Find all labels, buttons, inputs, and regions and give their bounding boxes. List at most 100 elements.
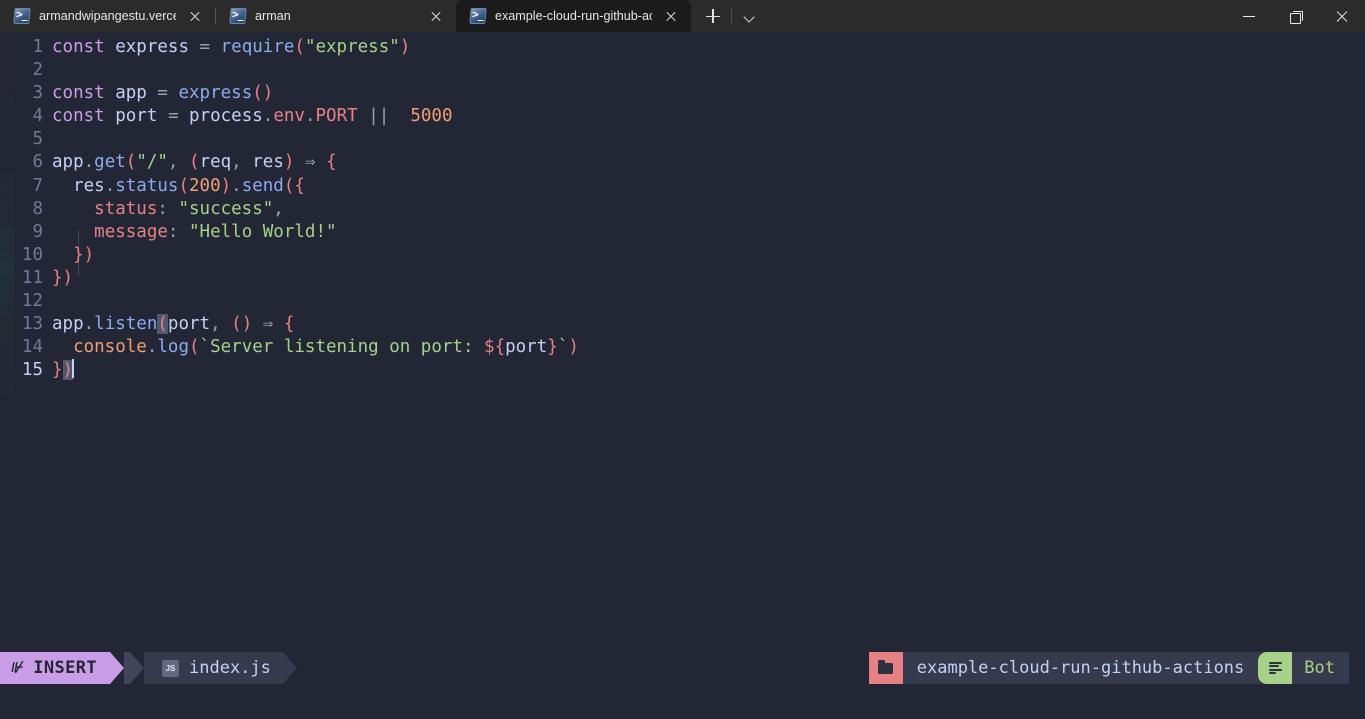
code-token: .: [263, 106, 274, 126]
code-line: 5: [0, 128, 579, 151]
powershell-icon: [229, 8, 246, 24]
tab-example-cloud-run-github-actions[interactable]: example-cloud-run-github-ac: [456, 0, 691, 32]
code-line-content: console.log(`Server listening on port: $…: [52, 336, 579, 359]
code-token: listen: [94, 314, 157, 334]
line-number: 6: [0, 151, 52, 174]
code-line: 3const app = express(): [0, 82, 579, 105]
code-line-content: app.listen(port, () ⇒ {: [52, 313, 294, 336]
code-token: ||: [368, 106, 389, 126]
code-token: ,: [231, 152, 242, 172]
code-token: app: [52, 314, 84, 334]
code-token: [189, 37, 200, 57]
code-token: :: [168, 222, 179, 242]
line-number: 5: [0, 128, 52, 151]
code-token: [52, 245, 73, 265]
chevron-down-icon[interactable]: [736, 4, 762, 28]
code-token: 5000: [410, 106, 452, 126]
minimize-button[interactable]: [1227, 0, 1273, 32]
code-token: port: [505, 337, 547, 357]
code-line: 7 res.status(200).send({: [0, 175, 579, 198]
code-token: const: [52, 106, 105, 126]
close-icon[interactable]: [185, 6, 205, 26]
code-token: [168, 199, 179, 219]
tab-arman[interactable]: arman: [216, 0, 456, 32]
code-token: [52, 337, 73, 357]
code-line-content: }): [52, 244, 94, 267]
status-spacer: [297, 652, 869, 684]
code-token: [168, 83, 179, 103]
file-indicator: JS index.js: [144, 652, 283, 684]
new-tab-button[interactable]: [699, 4, 727, 28]
tab-title: example-cloud-run-github-ac: [495, 9, 652, 23]
code-token: `Server listening on port:: [200, 337, 484, 357]
code-token: PORT: [316, 106, 358, 126]
code-line: 9 message: "Hello World!": [0, 221, 579, 244]
code-token: }): [52, 268, 73, 288]
code-line: 2: [0, 59, 579, 82]
code-token: get: [94, 152, 126, 172]
js-file-icon: JS: [162, 660, 179, 677]
code-token: }: [52, 360, 63, 380]
line-number: 15: [0, 359, 52, 382]
code-line-content: message: "Hello World!": [52, 221, 337, 244]
line-number: 9: [0, 221, 52, 244]
code-line: 8 status: "success",: [0, 198, 579, 221]
code-token: port: [168, 314, 210, 334]
folder-glyph: [878, 663, 893, 674]
code-token: (: [294, 37, 305, 57]
code-token: [157, 106, 168, 126]
code-token: send: [242, 176, 284, 196]
code-token: [294, 152, 305, 172]
code-line-content: status: "success",: [52, 198, 284, 221]
maximize-restore-button[interactable]: [1273, 0, 1319, 32]
code-area[interactable]: 1const express = require("express")23con…: [0, 32, 579, 382]
code-token: (: [157, 314, 168, 334]
code-token: 200: [189, 176, 221, 196]
line-number: 1: [0, 36, 52, 59]
code-token: "/": [136, 152, 168, 172]
lunarvim-logo-icon: ⊮: [10, 660, 26, 676]
text-cursor: [72, 359, 74, 378]
code-token: {: [284, 314, 295, 334]
close-icon[interactable]: [661, 6, 681, 26]
code-token: [316, 152, 327, 172]
code-token: app: [115, 83, 147, 103]
tab-armandwipangestu[interactable]: armandwipangestu.vercel.app: [0, 0, 215, 32]
code-line-content: }): [52, 359, 74, 382]
code-line: 15}): [0, 359, 579, 382]
status-bar: ⊮ INSERT JS index.js example-cloud-run-g…: [0, 652, 1365, 684]
code-token: "express": [305, 37, 400, 57]
line-number: 4: [0, 105, 52, 128]
tab-title: arman: [255, 9, 291, 23]
close-icon[interactable]: [426, 6, 446, 26]
code-token: [252, 314, 263, 334]
status-right-group: example-cloud-run-github-actions Bot: [869, 652, 1349, 684]
code-token: process: [189, 106, 263, 126]
code-token: (): [252, 83, 273, 103]
code-token: [52, 176, 73, 196]
line-number: 13: [0, 313, 52, 336]
code-token: ⇒: [305, 152, 316, 172]
code-token: ,: [168, 152, 179, 172]
title-bar: armandwipangestu.vercel.app arman exampl…: [0, 0, 1365, 32]
code-token: [52, 199, 94, 219]
line-number: 8: [0, 198, 52, 221]
code-token: `: [558, 337, 569, 357]
lines-list-icon: [1258, 652, 1292, 684]
code-token: .: [147, 337, 158, 357]
status-segment-b: [124, 652, 130, 684]
line-number: 7: [0, 175, 52, 198]
code-editor[interactable]: 1const express = require("express")23con…: [0, 32, 1365, 652]
code-line: 12: [0, 290, 579, 313]
code-token: [178, 152, 189, 172]
close-window-button[interactable]: [1319, 0, 1365, 32]
code-token: require: [221, 37, 295, 57]
code-token: [105, 106, 116, 126]
code-line: 10 }): [0, 244, 579, 267]
code-token: ⇒: [263, 314, 274, 334]
line-number: 14: [0, 336, 52, 359]
code-token: status: [115, 176, 178, 196]
line-number: 2: [0, 59, 52, 82]
code-line-content: app.get("/", (req, res) ⇒ {: [52, 151, 337, 174]
code-line-content: res.status(200).send({: [52, 175, 305, 198]
